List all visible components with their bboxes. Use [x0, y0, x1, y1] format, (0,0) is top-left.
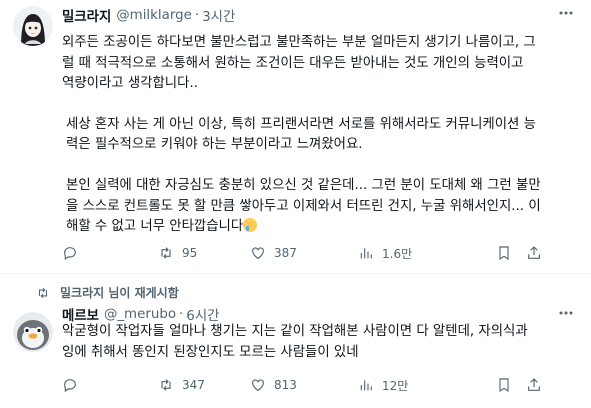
bookmark-icon — [499, 246, 509, 261]
repost-context[interactable]: 밀크라지 님이 재게시함 — [36, 284, 179, 301]
tweet-header: 밀크라지 @milklarge · 3시간 — [62, 5, 551, 26]
tweet-text: 악굳형이 작업자들 얼마나 챙기는 지는 같이 작업해본 사람이면 다 알텐데,… — [62, 322, 582, 363]
more-horizontal-icon — [559, 311, 573, 315]
share-icon — [528, 246, 540, 259]
avatar-illustration-icon — [13, 6, 53, 46]
more-options-icon[interactable] — [555, 4, 577, 24]
retweet-count: 347 — [182, 378, 205, 392]
heart-icon — [252, 379, 264, 392]
retweet-icon — [161, 247, 171, 259]
tweet-milklarge[interactable]: 밀크라지 @milklarge · 3시간 외주든 조공이든 하다보면 불만스럽… — [0, 0, 591, 273]
share-button[interactable] — [526, 245, 556, 261]
views-button[interactable]: 1.6만 — [358, 245, 496, 262]
view-count: 1.6만 — [382, 246, 413, 261]
reply-icon — [64, 379, 76, 393]
paragraph-text: 세상 혼자 사는 게 아닌 이상, 특히 프리랜서라면 서로를 위해서라도 커뮤… — [66, 116, 536, 153]
heart-icon — [252, 247, 264, 260]
avatar-merubo[interactable] — [13, 312, 53, 352]
repost-context-text: 밀크라지 님이 재게시함 — [60, 286, 179, 300]
separator-dot: · — [194, 7, 200, 23]
view-count: 12만 — [382, 378, 409, 393]
reply-button[interactable] — [62, 245, 158, 261]
like-button[interactable]: 387 — [250, 245, 358, 261]
views-button[interactable]: 12만 — [358, 377, 496, 394]
tweet-paragraph: 외주든 조공이든 하다보면 불만스럽고 불만족하는 부분 얼마든지 생기기 나름… — [62, 35, 536, 92]
more-options-icon[interactable] — [555, 304, 577, 324]
share-button[interactable] — [526, 377, 556, 393]
display-name[interactable]: 메르보 — [62, 304, 99, 324]
retweet-count: 95 — [182, 246, 198, 260]
display-name[interactable]: 밀크라지 — [62, 5, 111, 25]
tweet-header: 메르보 @_merubo · 6시간 — [62, 304, 551, 325]
reply-button[interactable] — [62, 377, 158, 393]
retweet-icon — [38, 287, 48, 298]
paragraph-text: 본인 실력에 대한 자긍심도 충분히 있으신 것 같은데... 그런 분이 도대… — [66, 177, 541, 235]
reply-icon — [64, 247, 76, 261]
retweet-icon — [161, 379, 171, 391]
more-horizontal-icon — [559, 11, 573, 15]
tweet-paragraph: 악굳형이 작업자들 얼마나 챙기는 지는 같이 작업해본 사람이면 다 알텐데,… — [62, 324, 528, 360]
tweet-actions: 347 813 12만 — [62, 374, 572, 396]
views-icon — [360, 248, 372, 259]
tweet-paragraph: 세상 혼자 사는 게 아닌 이상, 특히 프리랜서라면 서로를 위해서라도 커뮤… — [62, 115, 582, 156]
share-icon — [528, 378, 540, 391]
bookmark-button[interactable] — [496, 377, 526, 393]
bookmark-button[interactable] — [496, 245, 526, 261]
crying-face-emoji — [243, 218, 258, 233]
like-button[interactable]: 813 — [250, 377, 358, 393]
avatar-milklarge[interactable] — [13, 6, 53, 46]
retweet-button[interactable]: 95 — [158, 245, 250, 261]
tweet-text: 외주든 조공이든 하다보면 불만스럽고 불만족하는 부분 얼마든지 생기기 나름… — [62, 33, 582, 238]
bookmark-icon — [499, 378, 509, 393]
like-count: 387 — [274, 246, 297, 260]
retweet-button[interactable]: 347 — [158, 377, 250, 393]
views-icon — [360, 380, 372, 391]
user-handle[interactable]: @milklarge — [116, 8, 192, 23]
avatar-penguin-icon — [13, 312, 53, 352]
separator-dot: · — [179, 306, 184, 322]
timestamp[interactable]: 3시간 — [202, 5, 235, 25]
like-count: 813 — [274, 378, 297, 392]
user-handle[interactable]: @_merubo — [104, 307, 176, 322]
tweet-paragraph: 본인 실력에 대한 자긍심도 충분히 있으신 것 같은데... 그런 분이 도대… — [62, 176, 582, 238]
timestamp[interactable]: 6시간 — [186, 304, 219, 324]
tweet-actions: 95 387 1.6만 — [62, 242, 572, 264]
